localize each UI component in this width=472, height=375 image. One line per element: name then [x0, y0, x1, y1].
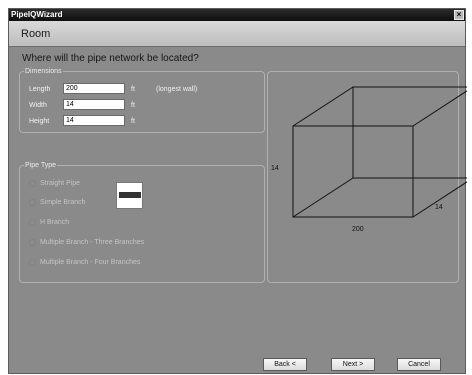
box-back-face: [352, 86, 467, 179]
back-button[interactable]: Back <: [263, 358, 307, 371]
room-box-drawing: [292, 86, 467, 218]
wizard-window: PipeIQWizard × Room Where will the pipe …: [8, 8, 467, 374]
cancel-button[interactable]: Cancel: [397, 358, 441, 371]
length-dimension-label: 200: [352, 226, 364, 233]
box-edge: [292, 86, 354, 127]
depth-dimension-label: 14: [435, 204, 443, 211]
height-dimension-label: 14: [271, 165, 279, 172]
box-edge: [412, 90, 467, 127]
box-edge: [292, 177, 354, 218]
next-button[interactable]: Next >: [331, 358, 375, 371]
